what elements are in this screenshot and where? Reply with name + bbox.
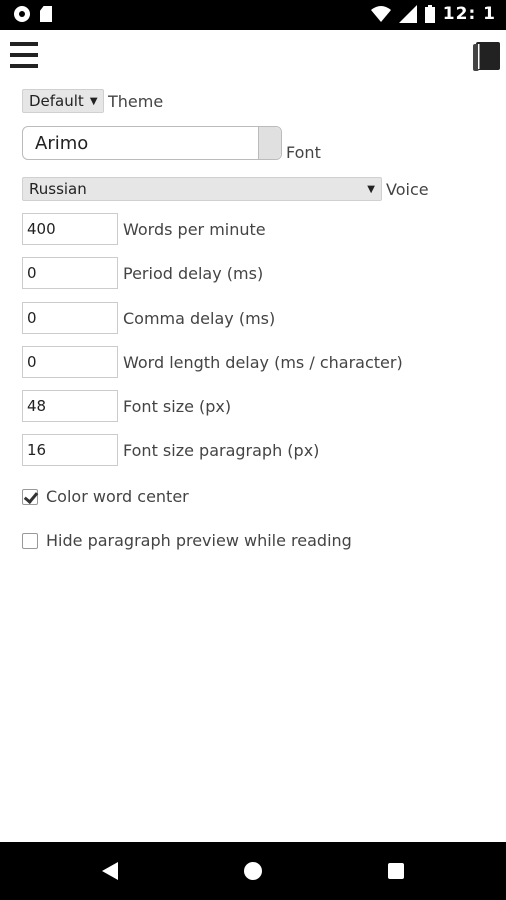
wifi-icon [370, 6, 391, 22]
hamburger-menu-icon[interactable] [10, 42, 38, 68]
comma-delay-label: Comma delay (ms) [123, 308, 276, 328]
font-label: Font [286, 143, 321, 162]
back-icon[interactable] [102, 862, 118, 880]
comma-delay-row: 0 Comma delay (ms) [22, 302, 275, 334]
words-per-minute-row: 400 Words per minute [22, 213, 266, 245]
battery-icon [424, 5, 435, 23]
font-size-paragraph-input[interactable]: 16 [22, 434, 118, 466]
voice-select-value: Russian [29, 180, 87, 198]
color-word-center-row: Color word center [22, 487, 189, 506]
word-length-delay-row: 0 Word length delay (ms / character) [22, 346, 403, 378]
period-delay-input[interactable]: 0 [22, 257, 118, 289]
font-size-input[interactable]: 48 [22, 390, 118, 422]
theme-label: Theme [108, 91, 164, 111]
font-input-value: Arimo [35, 132, 89, 154]
notification-icon [14, 6, 30, 22]
dropdown-arrow-icon: ▼ [89, 95, 98, 107]
hide-paragraph-preview-checkbox[interactable] [22, 532, 38, 549]
dropdown-arrow-icon: ▼ [367, 183, 375, 195]
period-delay-label: Period delay (ms) [123, 263, 264, 283]
font-size-paragraph-row: 16 Font size paragraph (px) [22, 434, 319, 466]
sd-card-icon [40, 6, 52, 22]
theme-select-value: Default [29, 92, 84, 110]
clock: 12: 1 [442, 4, 496, 24]
color-word-center-label: Color word center [46, 487, 189, 506]
font-size-paragraph-label: Font size paragraph (px) [123, 440, 320, 460]
navigation-bar [0, 842, 506, 900]
signal-icon [398, 5, 417, 23]
hide-preview-row: Hide paragraph preview while reading [22, 531, 352, 550]
color-word-center-checkbox[interactable] [22, 488, 38, 505]
words-per-minute-input[interactable]: 400 [22, 213, 118, 245]
font-spinner-button[interactable] [258, 127, 281, 159]
word-length-delay-label: Word length delay (ms / character) [123, 352, 403, 372]
book-icon[interactable] [472, 40, 502, 72]
theme-select[interactable]: Default ▼ [22, 89, 104, 113]
home-icon[interactable] [244, 862, 262, 880]
hide-paragraph-preview-label: Hide paragraph preview while reading [46, 531, 352, 550]
font-size-label: Font size (px) [123, 396, 232, 416]
theme-row: Default ▼ Theme [22, 89, 163, 113]
period-delay-row: 0 Period delay (ms) [22, 257, 263, 289]
status-bar: 12: 1 [0, 0, 506, 30]
word-length-delay-input[interactable]: 0 [22, 346, 118, 378]
voice-label: Voice [386, 179, 429, 199]
font-input[interactable]: Arimo [22, 126, 282, 160]
voice-select[interactable]: Russian ▼ [22, 177, 382, 201]
voice-row: Russian ▼ Voice [22, 177, 429, 201]
comma-delay-input[interactable]: 0 [22, 302, 118, 334]
font-size-row: 48 Font size (px) [22, 390, 231, 422]
font-row: Arimo Font [22, 126, 321, 162]
recent-apps-icon[interactable] [388, 863, 404, 879]
words-per-minute-label: Words per minute [123, 219, 266, 239]
